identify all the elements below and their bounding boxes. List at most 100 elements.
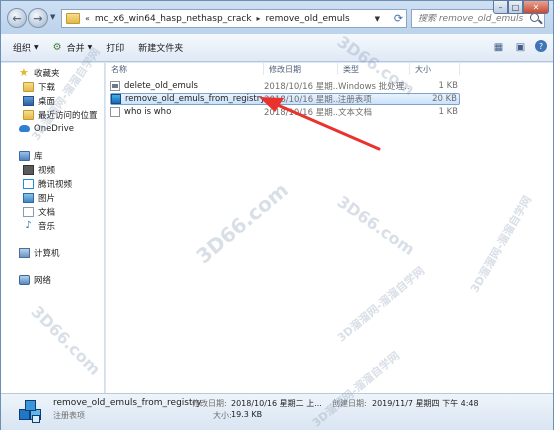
- file-type: 注册表项: [337, 95, 372, 105]
- nav-favorites-label: 收藏夹: [34, 68, 60, 79]
- recent-pages-dropdown[interactable]: ▼: [50, 13, 58, 21]
- desktop-icon: [23, 95, 34, 106]
- merge-icon: ⚙: [52, 41, 62, 53]
- nav-libraries-label: 库: [34, 151, 43, 162]
- minimize-button[interactable]: –: [493, 0, 508, 14]
- file-modified: 2018/10/16 星期...: [264, 108, 338, 118]
- search-input[interactable]: [418, 13, 526, 24]
- breadcrumb-parent[interactable]: mc_x6_win64_hasp_nethasp_crack: [95, 14, 252, 24]
- column-header-modified[interactable]: 修改日期: [264, 63, 338, 75]
- file-size: 1 KB: [438, 107, 458, 117]
- nav-recent-places[interactable]: 最近访问的位置: [23, 108, 98, 121]
- column-header-name[interactable]: 名称: [106, 63, 264, 75]
- column-type-label: 类型: [343, 64, 359, 74]
- chevron-down-icon: ▼: [87, 44, 93, 51]
- downloads-folder-icon: [23, 81, 34, 92]
- help-icon[interactable]: ?: [535, 40, 547, 52]
- nav-videos[interactable]: 视频: [23, 163, 55, 176]
- new-folder-label: 新建文件夹: [138, 44, 184, 54]
- chevron-down-icon: ▼: [34, 44, 39, 51]
- details-modified-label: 修改日期:: [192, 399, 227, 408]
- organize-button[interactable]: 组织 ▼: [13, 41, 39, 54]
- change-view-icon[interactable]: ▦: [491, 40, 506, 54]
- nav-tencent-video-label: 腾讯视频: [38, 179, 73, 190]
- file-name: who is who: [124, 107, 172, 117]
- text-file-icon: [110, 107, 120, 117]
- music-note-icon: ♪: [25, 219, 32, 231]
- batch-file-icon: [110, 81, 120, 91]
- details-created-value: 2019/11/7 星期四 下午 4:48: [372, 399, 479, 408]
- maximize-button[interactable]: □: [508, 0, 523, 14]
- search-icon: [530, 13, 539, 22]
- nav-tencent-video[interactable]: 腾讯视频: [23, 177, 72, 190]
- file-row[interactable]: delete_old_emuls 2018/10/16 星期... Window…: [110, 80, 460, 92]
- details-file-type: 注册表项: [53, 411, 85, 420]
- print-label: 打印: [106, 44, 125, 54]
- video-library-icon: [23, 164, 34, 175]
- file-name: remove_old_emuls_from_registry: [125, 94, 265, 104]
- details-pane: remove_old_emuls_from_registry 注册表项 修改日期…: [1, 393, 553, 430]
- new-folder-button[interactable]: 新建文件夹: [138, 41, 183, 54]
- file-size: 1 KB: [438, 81, 458, 91]
- nav-videos-label: 视频: [38, 165, 56, 176]
- column-headers: 名称 修改日期 类型 大小: [106, 63, 553, 75]
- nav-documents[interactable]: 文档: [23, 205, 55, 218]
- documents-library-icon: [23, 206, 34, 217]
- nav-music[interactable]: ♪ 音乐: [23, 219, 55, 232]
- back-button[interactable]: ←: [7, 8, 27, 28]
- computer-icon: [19, 247, 30, 258]
- star-icon: ★: [19, 65, 29, 79]
- nav-downloads-label: 下载: [38, 82, 56, 93]
- nav-computer[interactable]: 计算机: [19, 246, 60, 259]
- file-name: delete_old_emuls: [124, 81, 198, 91]
- nav-onedrive-label: OneDrive: [34, 123, 74, 134]
- forward-button[interactable]: →: [28, 8, 48, 28]
- nav-network[interactable]: 网络: [19, 273, 51, 286]
- combine-label: 合并: [66, 44, 85, 54]
- nav-downloads[interactable]: 下载: [23, 80, 55, 93]
- close-button[interactable]: ✕: [523, 0, 549, 14]
- organize-label: 组织: [13, 44, 32, 54]
- registry-file-large-icon: [17, 397, 45, 425]
- file-type: Windows 批处理...: [338, 82, 410, 92]
- nav-music-label: 音乐: [38, 221, 56, 232]
- address-dropdown-icon[interactable]: ▼: [375, 15, 380, 23]
- breadcrumb-chevron-icon[interactable]: ▸: [257, 14, 261, 23]
- combine-button[interactable]: ⚙ 合并 ▼: [53, 41, 93, 54]
- file-modified: 2018/10/16 星期...: [264, 82, 338, 92]
- nav-desktop[interactable]: 桌面: [23, 94, 55, 107]
- details-size-label: 大小:: [213, 411, 232, 420]
- file-modified: 2018/10/16 星期...: [264, 95, 338, 105]
- nav-libraries[interactable]: 库: [19, 149, 43, 162]
- address-bar-row: ← → ▼ « mc_x6_win64_hasp_nethasp_crack ▸…: [1, 0, 553, 34]
- pictures-library-icon: [23, 192, 34, 203]
- breadcrumb-current[interactable]: remove_old_emuls: [266, 14, 350, 24]
- view-controls: ▦ ▣ ?: [491, 40, 547, 54]
- nav-computer-label: 计算机: [34, 248, 60, 259]
- print-button[interactable]: 打印: [106, 41, 124, 54]
- column-name-label: 名称: [111, 64, 127, 74]
- preview-pane-icon[interactable]: ▣: [513, 40, 528, 54]
- folder-icon: [66, 13, 80, 24]
- nav-favorites[interactable]: ★ 收藏夹: [19, 66, 60, 79]
- navigation-pane: ★ 收藏夹 下载 桌面 最近访问的位置 OneDrive 库 视频 腾讯视频 图…: [1, 63, 105, 393]
- nav-network-label: 网络: [34, 275, 52, 286]
- refresh-button[interactable]: ⟳: [390, 10, 407, 27]
- details-size-value: 19.3 KB: [231, 410, 263, 419]
- nav-onedrive[interactable]: OneDrive: [19, 122, 74, 135]
- cloud-icon: [19, 125, 30, 132]
- registry-file-icon: [111, 94, 121, 104]
- column-header-type[interactable]: 类型: [338, 63, 410, 75]
- nav-pictures[interactable]: 图片: [23, 191, 55, 204]
- column-modified-label: 修改日期: [269, 64, 301, 74]
- column-header-size[interactable]: 大小: [410, 63, 460, 75]
- breadcrumb-separator-icon: «: [85, 14, 90, 23]
- address-bar[interactable]: « mc_x6_win64_hasp_nethasp_crack ▸ remov…: [61, 9, 407, 28]
- file-row[interactable]: who is who 2018/10/16 星期... 文本文档 1 KB: [110, 106, 460, 118]
- window-caption-buttons: – □ ✕: [493, 0, 549, 14]
- explorer-window: ← → ▼ « mc_x6_win64_hasp_nethasp_crack ▸…: [0, 0, 554, 430]
- nav-recent-label: 最近访问的位置: [38, 110, 98, 121]
- file-list: 名称 修改日期 类型 大小 delete_old_emuls 2018/10/1…: [106, 63, 553, 393]
- recent-places-icon: [23, 109, 34, 120]
- file-row-selected[interactable]: remove_old_emuls_from_registry 2018/10/1…: [110, 93, 460, 105]
